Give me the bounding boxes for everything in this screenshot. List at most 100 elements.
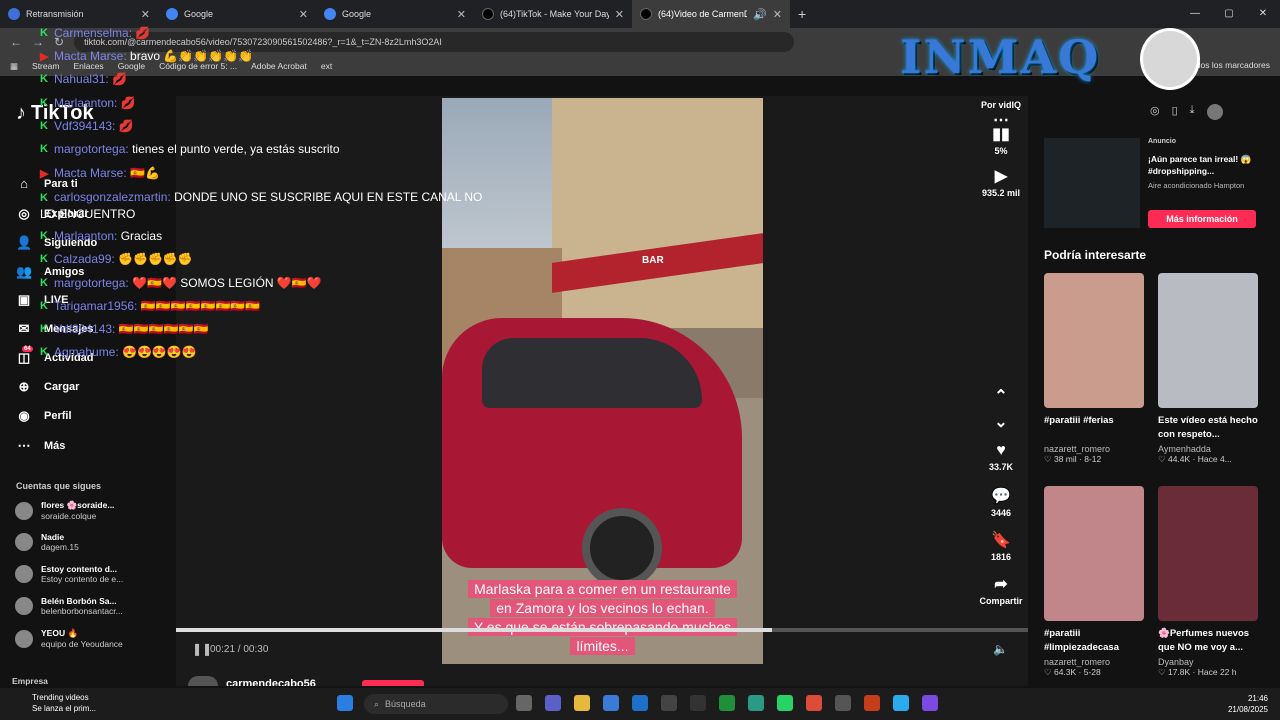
powerpoint-icon[interactable] bbox=[864, 695, 880, 711]
compass-icon: ◎ bbox=[18, 206, 30, 221]
save-button[interactable]: 🔖 1816 bbox=[975, 530, 1027, 562]
chrome-icon[interactable] bbox=[806, 695, 822, 711]
taskbar-search[interactable]: ⌕ Búsqueda bbox=[364, 694, 508, 714]
sidebar-item-perfil[interactable]: ◉ Perfil bbox=[16, 408, 71, 424]
task-view-icon[interactable] bbox=[516, 695, 532, 711]
phone-icon[interactable]: ▯ bbox=[1172, 104, 1178, 120]
following-account[interactable]: Belén Borbón Sa... belenborbonsantacr... bbox=[15, 596, 151, 616]
chat-user: Marlaanton: bbox=[54, 229, 118, 243]
tab-label: Google bbox=[342, 9, 372, 19]
vidiq-icon[interactable]: ◎ bbox=[1150, 104, 1160, 120]
maximize-icon[interactable]: ▢ bbox=[1212, 0, 1246, 28]
video-car-wheel bbox=[582, 508, 662, 588]
video-author: Aymenhadda bbox=[1158, 444, 1211, 454]
following-account[interactable]: YEOU 🔥 equipo de Yeoudance bbox=[15, 628, 151, 649]
live-chat-overlay: K Carmenselma: 💋 ▶ Macta Marse: bravo 💪👏👏👏… bbox=[40, 26, 560, 366]
verified-k-icon: K bbox=[40, 230, 48, 242]
app-icon[interactable] bbox=[835, 695, 851, 711]
footer-empresa[interactable]: Empresa bbox=[12, 676, 48, 686]
close-icon[interactable]: ✕ bbox=[457, 8, 466, 21]
tab-google-2[interactable]: Google ✕ bbox=[316, 0, 474, 28]
teams-icon[interactable] bbox=[545, 695, 561, 711]
video-time: 00:21 / 00:30 bbox=[210, 644, 269, 655]
suggested-video[interactable]: #paratiii #ferias nazarett_romero ♡ 38 mil… bbox=[1044, 273, 1144, 465]
volume-icon[interactable]: 🔈 bbox=[993, 642, 1008, 656]
app-icon[interactable] bbox=[661, 695, 677, 711]
chat-text: 🇪🇸🇪🇸🇪🇸🇪🇸🇪🇸🇪🇸🇪🇸🇪🇸 bbox=[140, 299, 261, 313]
chat-text: ✊✊✊✊✊ bbox=[118, 252, 193, 266]
close-icon[interactable]: ✕ bbox=[773, 8, 782, 21]
chevron-up-icon: ⌃ bbox=[994, 388, 1008, 405]
telegram-icon[interactable] bbox=[893, 695, 909, 711]
back-icon[interactable]: ← bbox=[10, 35, 22, 49]
messages-icon: ✉ bbox=[18, 321, 30, 336]
file-explorer-icon[interactable] bbox=[574, 695, 590, 711]
user-avatar[interactable] bbox=[1206, 104, 1223, 120]
like-button[interactable]: ♥ 33.7K bbox=[975, 442, 1027, 472]
sidebar-item-cargar[interactable]: ⊕ Cargar bbox=[16, 379, 80, 395]
verified-k-icon: K bbox=[40, 253, 48, 265]
stats-button[interactable]: ▮▮ 5% bbox=[975, 124, 1027, 156]
next-video-icon[interactable]: ⌄ bbox=[975, 412, 1027, 434]
store-icon[interactable] bbox=[603, 695, 619, 711]
speaker-icon[interactable]: 🔊 bbox=[753, 8, 767, 21]
following-account[interactable]: Estoy contento d... Estoy contento de e..… bbox=[15, 564, 151, 584]
news-widget[interactable]: Trending videos Se lanza el prim... bbox=[12, 692, 96, 714]
verified-k-icon: K bbox=[40, 300, 48, 312]
more-info-button[interactable]: Más información bbox=[1148, 210, 1256, 228]
chat-message: K Marlaanton: Gracias bbox=[40, 229, 162, 243]
news-title: Trending videos bbox=[32, 693, 89, 702]
close-window-icon[interactable]: ✕ bbox=[1246, 0, 1280, 28]
heart-icon: ♥ bbox=[996, 442, 1006, 459]
share-button[interactable]: ➦ Compartir bbox=[975, 574, 1027, 606]
verified-k-icon: K bbox=[40, 27, 48, 39]
tab-video-carmendc[interactable]: (64)Video de CarmenDC (@ 🔊 ✕ bbox=[632, 0, 790, 28]
views-button[interactable]: ▶ 935.2 mil bbox=[975, 166, 1027, 198]
edge-icon[interactable] bbox=[748, 695, 764, 711]
prev-video-icon[interactable]: ⌃ bbox=[975, 386, 1027, 408]
green-app-icon[interactable] bbox=[719, 695, 735, 711]
account-name: YEOU 🔥 bbox=[41, 628, 79, 638]
following-account[interactable]: flores 🌸soraide... soraide.colque bbox=[15, 500, 151, 521]
browser-tab-bar: Retransmisión ✕ Google ✕ Google ✕ (64)TikTo… bbox=[0, 0, 1280, 28]
chat-user: Vdf394143: bbox=[54, 322, 116, 336]
more-icon: ⋯ bbox=[17, 438, 31, 453]
video-title: #paratiii #limpiezadecasa bbox=[1044, 628, 1119, 653]
follow-button[interactable] bbox=[362, 680, 424, 686]
account-user: dagem.15 bbox=[41, 542, 79, 552]
suggested-video[interactable]: #paratiii #limpiezadecasa nazarett_romero… bbox=[1044, 486, 1144, 678]
download-icon[interactable]: ⤓ bbox=[1190, 104, 1195, 120]
apps-icon[interactable]: ▦ bbox=[10, 61, 18, 72]
chat-message: K Tarigamar1956: 🇪🇸🇪🇸🇪🇸🇪🇸🇪🇸🇪🇸🇪🇸🇪🇸 bbox=[40, 299, 260, 313]
author-avatar[interactable] bbox=[188, 676, 218, 686]
obs-icon[interactable] bbox=[690, 695, 706, 711]
account-user: belenborbonsantacr... bbox=[41, 606, 123, 616]
minimize-icon[interactable]: — bbox=[1178, 0, 1212, 28]
ad-card[interactable]: Anuncio ¡Aún parece tan irreal! 😱 #drops… bbox=[1044, 138, 1264, 233]
tab-retransmision[interactable]: Retransmisión ✕ bbox=[0, 0, 158, 28]
video-stats: ♡ 44.4K · Hace 4... bbox=[1158, 454, 1232, 464]
outlook-icon[interactable] bbox=[632, 695, 648, 711]
comment-button[interactable]: 💬 3446 bbox=[975, 486, 1027, 518]
search-icon: ⌕ bbox=[374, 698, 380, 709]
suggested-video[interactable]: Este vídeo está hecho con respeto... Ayme… bbox=[1158, 273, 1258, 465]
sidebar-item-mas[interactable]: ⋯ Más bbox=[16, 438, 66, 454]
close-icon[interactable]: ✕ bbox=[141, 8, 150, 21]
system-clock[interactable]: 21:46 21/08/2025 bbox=[1228, 693, 1268, 715]
likes-count: 33.7K bbox=[988, 462, 1014, 472]
following-account[interactable]: Nadie dagem.15 bbox=[15, 532, 151, 552]
author-name[interactable]: carmendecabo56 bbox=[226, 678, 316, 686]
new-tab-button[interactable]: + bbox=[790, 6, 814, 22]
close-icon[interactable]: ✕ bbox=[615, 8, 624, 21]
windows-start-icon[interactable] bbox=[337, 695, 353, 711]
chat-text: 💋 bbox=[135, 26, 151, 40]
chat-user: Marlaanton: bbox=[54, 96, 118, 110]
app-icon[interactable] bbox=[922, 695, 938, 711]
tab-google-1[interactable]: Google ✕ bbox=[158, 0, 316, 28]
tab-tiktok[interactable]: (64)TikTok - Make Your Day ✕ bbox=[474, 0, 632, 28]
close-icon[interactable]: ✕ bbox=[299, 8, 308, 21]
play-icon: ▶ bbox=[994, 168, 1008, 185]
whatsapp-icon[interactable] bbox=[777, 695, 793, 711]
suggested-video[interactable]: 🌸Perfumes nuevos que NO me voy a... Dyanb… bbox=[1158, 486, 1258, 678]
window-controls: — ▢ ✕ bbox=[1178, 0, 1280, 28]
